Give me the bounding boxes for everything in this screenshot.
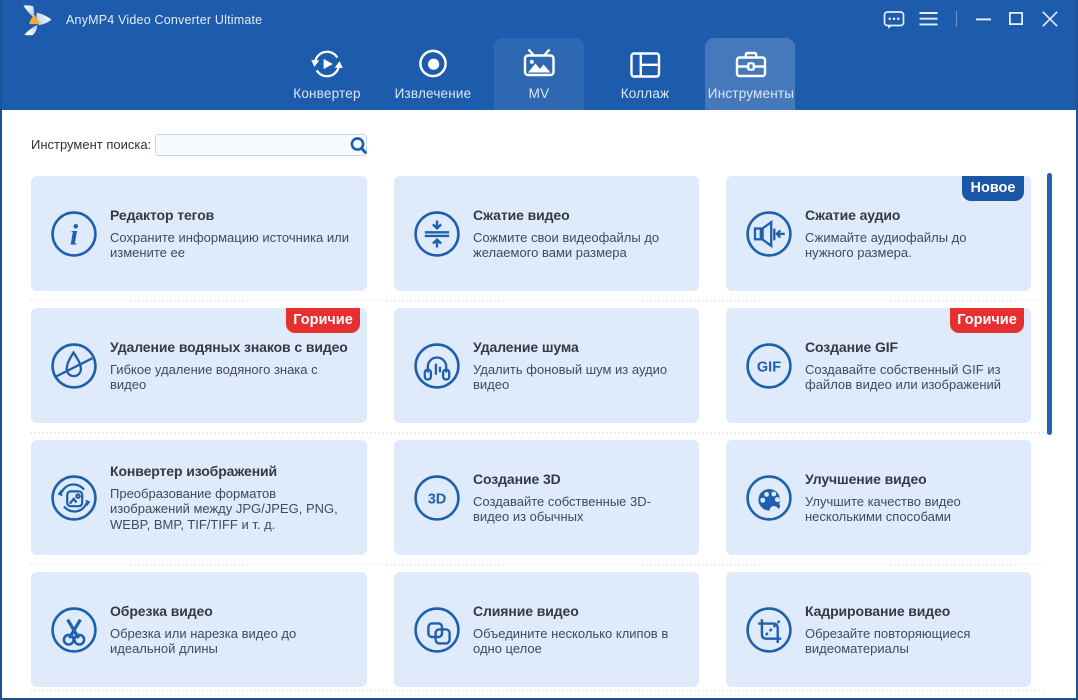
svg-text:i: i bbox=[70, 218, 79, 251]
svg-text:GIF: GIF bbox=[757, 359, 781, 375]
svg-text:3D: 3D bbox=[428, 491, 447, 507]
